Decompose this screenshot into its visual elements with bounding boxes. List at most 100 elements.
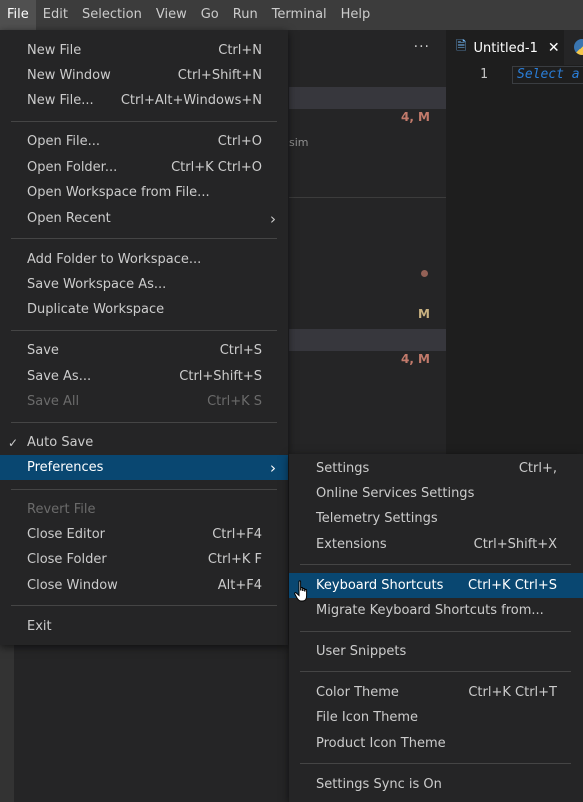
menu-separator [11,489,277,490]
menu-item-shortcut: Ctrl+F4 [212,527,262,542]
menubar-run[interactable]: Run [226,0,265,30]
close-icon[interactable]: ✕ [548,40,560,56]
menu-item-label: Open Folder... [27,160,118,175]
editor-placeholder: Select a [512,66,583,84]
menu-item-save[interactable]: Save Ctrl+S [0,338,288,363]
divider [289,197,446,198]
menu-item-shortcut: Ctrl+O [217,134,262,149]
ellipsis-icon[interactable]: ··· [414,39,430,55]
menu-item-shortcut: Ctrl+N [218,43,262,58]
menu-item-label: Exit [27,619,52,634]
menu-item-open-folder[interactable]: Open Folder... Ctrl+K Ctrl+O [0,155,288,180]
menu-item-online-services-settings[interactable]: Online Services Settings [289,481,583,506]
menu-item-label: Online Services Settings [316,486,475,501]
menu-item-open-recent[interactable]: Open Recent › [0,206,288,231]
menu-item-user-snippets[interactable]: User Snippets [289,639,583,664]
checkmark-icon: ✓ [8,435,19,450]
menu-separator [300,631,571,632]
menu-item-label: Duplicate Workspace [27,302,165,317]
menu-item-shortcut: Ctrl+K F [207,552,262,567]
menu-item-label: Save Workspace As... [27,277,167,292]
menu-item-label: Open File... [27,134,101,149]
menu-item-label: Product Icon Theme [316,736,446,751]
sidebar-row[interactable]: 4, M [289,110,446,132]
menu-item-product-icon-theme[interactable]: Product Icon Theme [289,731,583,756]
menu-item-migrate-keyboard-shortcuts[interactable]: Migrate Keyboard Shortcuts from... [289,598,583,623]
menu-item-auto-save[interactable]: ✓ Auto Save [0,430,288,455]
sidebar-row[interactable]: M [289,307,446,329]
menu-item-label: Open Recent [27,211,111,226]
menu-item-close-editor[interactable]: Close Editor Ctrl+F4 [0,522,288,547]
status-badge: M [418,307,430,321]
menu-item-extensions[interactable]: Extensions Ctrl+Shift+X [289,532,583,557]
menu-item-telemetry-settings[interactable]: Telemetry Settings [289,506,583,531]
menu-separator [11,605,277,606]
menubar-edit[interactable]: Edit [36,0,75,30]
sidebar-row-selected[interactable] [289,329,446,351]
menu-item-shortcut: Ctrl+K Ctrl+S [468,578,557,593]
menubar-terminal[interactable]: Terminal [265,0,334,30]
menu-item-shortcut: Ctrl+Shift+N [177,68,262,83]
menu-item-label: File Icon Theme [316,710,419,725]
menu-item-label: Save All [27,394,80,409]
file-menu: New File Ctrl+N New Window Ctrl+Shift+N … [0,30,288,645]
menu-item-settings[interactable]: Settings Ctrl+, [289,456,583,481]
sidebar-row[interactable]: 4, M [289,352,446,374]
menu-item-label: Close Editor [27,527,106,542]
menu-separator [11,238,277,239]
menu-item-label: Open Workspace from File... [27,185,210,200]
chevron-right-icon: › [270,209,276,228]
menu-separator [300,763,571,764]
menu-item-preferences[interactable]: Preferences › [0,455,288,480]
menu-separator [11,422,277,423]
menu-separator [11,121,277,122]
menu-item-new-window[interactable]: New Window Ctrl+Shift+N [0,63,288,88]
menu-item-color-theme[interactable]: Color Theme Ctrl+K Ctrl+T [289,680,583,705]
menu-item-save-workspace-as[interactable]: Save Workspace As... [0,272,288,297]
menu-item-settings-sync[interactable]: Settings Sync is On [289,772,583,797]
menu-item-close-window[interactable]: Close Window Alt+F4 [0,573,288,598]
menu-item-open-workspace[interactable]: Open Workspace from File... [0,180,288,205]
menu-item-open-file[interactable]: Open File... Ctrl+O [0,129,288,154]
sidebar-row-selected[interactable] [289,87,446,109]
menubar-help[interactable]: Help [334,0,378,30]
menu-item-shortcut: Ctrl+K Ctrl+T [468,685,557,700]
menubar-view[interactable]: View [149,0,194,30]
menubar-selection[interactable]: Selection [75,0,149,30]
menu-item-exit[interactable]: Exit [0,614,288,639]
menu-separator [300,671,571,672]
menu-item-file-icon-theme[interactable]: File Icon Theme [289,705,583,730]
menu-item-close-folder[interactable]: Close Folder Ctrl+K F [0,547,288,572]
menu-item-label: New Window [27,68,111,83]
menu-item-label: New File [27,43,82,58]
menu-item-keyboard-shortcuts[interactable]: Keyboard Shortcuts Ctrl+K Ctrl+S [289,573,583,598]
menubar-go[interactable]: Go [194,0,226,30]
menu-item-label: Close Window [27,578,118,593]
menu-item-shortcut: Ctrl+Alt+Windows+N [120,93,262,108]
editor-tab[interactable]: 🗎 Untitled-1 ✕ [446,30,564,65]
menu-item-save-as[interactable]: Save As... Ctrl+Shift+S [0,364,288,389]
menu-item-save-all: Save All Ctrl+K S [0,389,288,414]
menu-item-label: Extensions [316,537,387,552]
menu-item-new-file[interactable]: New File Ctrl+N [0,38,288,63]
menu-item-label: Save As... [27,369,92,384]
menu-item-label: New File... [27,93,94,108]
menu-item-label: Settings Sync is On [316,777,442,792]
chevron-right-icon: › [270,458,276,477]
menu-item-shortcut: Alt+F4 [217,578,262,593]
menu-item-shortcut: Ctrl+K S [207,394,262,409]
python-icon[interactable] [574,39,583,55]
status-badge: 4, M [400,110,430,124]
editor-tab-bar: 🗎 Untitled-1 ✕ [446,30,583,65]
menu-item-shortcut: Ctrl+Shift+X [473,537,557,552]
modified-dot-icon [421,270,428,277]
menubar-file[interactable]: File [0,0,36,30]
sidebar-text-fragment: sim [289,136,309,149]
menu-item-label: Preferences [27,460,104,475]
menu-item-shortcut: Ctrl+, [518,461,557,476]
menu-item-label: Telemetry Settings [316,511,438,526]
menu-item-add-folder[interactable]: Add Folder to Workspace... [0,247,288,272]
menu-item-label: Migrate Keyboard Shortcuts from... [316,603,544,618]
menu-item-duplicate-workspace[interactable]: Duplicate Workspace [0,297,288,322]
menu-item-new-file-dots[interactable]: New File... Ctrl+Alt+Windows+N [0,88,288,113]
